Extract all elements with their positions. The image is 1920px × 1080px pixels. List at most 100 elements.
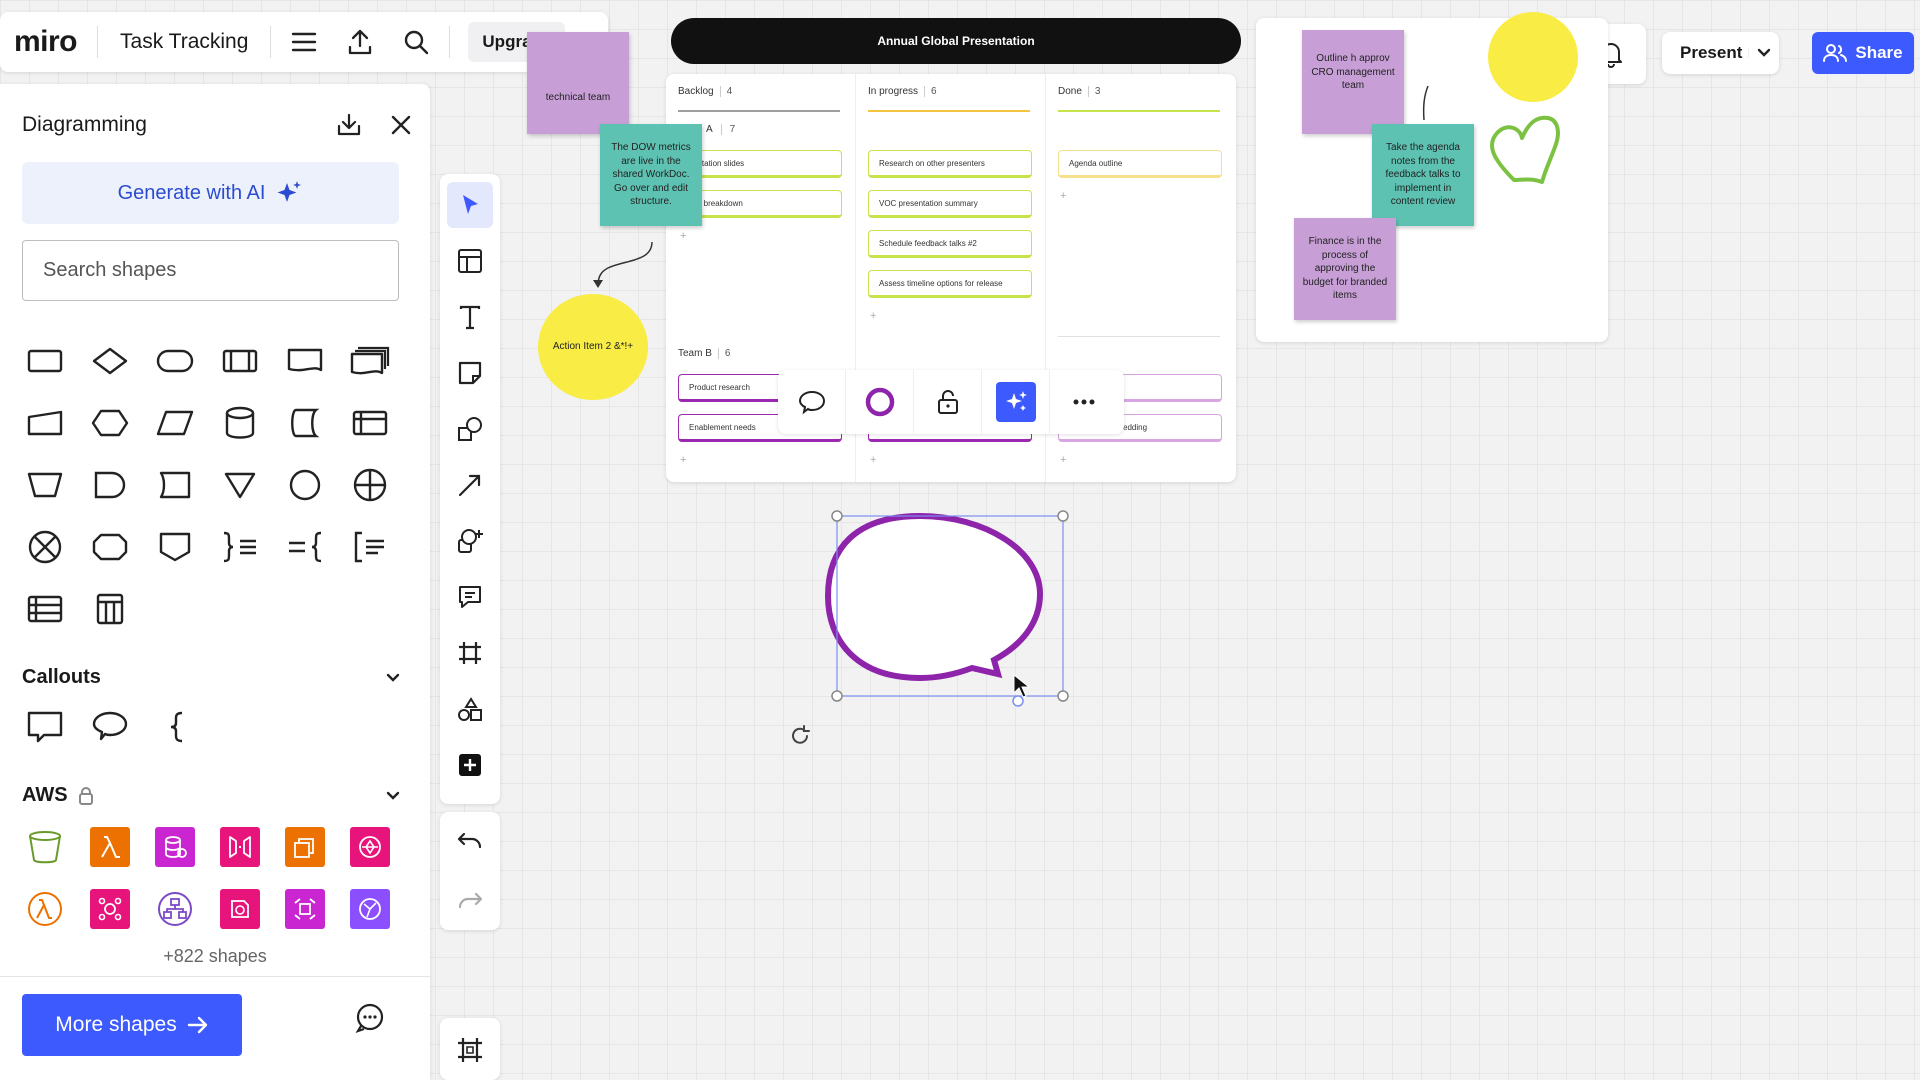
undo-icon[interactable] <box>447 818 493 864</box>
multi-document-shape-icon[interactable] <box>347 338 393 384</box>
sticky-note-tool-icon[interactable] <box>447 350 493 396</box>
parallelogram-shape-icon[interactable] <box>152 400 198 446</box>
rectangle-callout-icon[interactable] <box>22 704 68 750</box>
manual-input-shape-icon[interactable] <box>22 400 68 446</box>
shapes-tool-icon[interactable] <box>447 406 493 452</box>
kanban-card[interactable]: Schedule feedback talks #2 <box>868 230 1032 258</box>
document-shape-icon[interactable] <box>282 338 328 384</box>
sticky-note-purple[interactable]: technical team <box>527 32 629 134</box>
kanban-card[interactable]: Research on other presenters <box>868 150 1032 178</box>
redo-icon[interactable] <box>447 878 493 924</box>
miro-logo[interactable]: miro <box>14 25 78 59</box>
brace-right-annotation-icon[interactable] <box>217 524 263 570</box>
sticky-circle-yellow[interactable]: Action Item 2 &*!+ <box>538 294 648 400</box>
yellow-circle-shape[interactable] <box>1488 12 1578 102</box>
menu-icon[interactable] <box>281 19 327 65</box>
present-button[interactable]: Present <box>1662 43 1748 63</box>
aws-organizations-icon[interactable] <box>152 886 198 932</box>
add-card-plus-icon[interactable]: + <box>870 454 876 466</box>
card-shape-icon[interactable] <box>152 462 198 508</box>
delay-shape-icon[interactable] <box>87 462 133 508</box>
aws-data-migration-icon[interactable] <box>282 886 328 932</box>
chevron-down-icon[interactable] <box>386 791 400 801</box>
stored-data-shape-icon[interactable] <box>282 400 328 446</box>
presentation-banner[interactable]: Annual Global Presentation <box>671 18 1241 64</box>
sticky-note-purple[interactable]: Outline h approv CRO management team <box>1302 30 1404 134</box>
bracket-annotation-icon[interactable] <box>347 524 393 570</box>
border-color-circle-icon[interactable] <box>846 370 914 434</box>
add-card-plus-icon[interactable]: + <box>1060 454 1066 466</box>
sticky-note-purple[interactable]: Finance is in the process of approving t… <box>1294 218 1396 320</box>
kanban-card[interactable]: Assess timeline options for release <box>868 270 1032 298</box>
shape-pack-tool-icon[interactable] <box>447 518 493 564</box>
trapezoid-shape-icon[interactable] <box>22 462 68 508</box>
callout-shape-icon[interactable] <box>778 370 846 434</box>
table-rows-shape-icon[interactable] <box>22 586 68 632</box>
lock-icon[interactable] <box>914 370 982 434</box>
kanban-card[interactable]: sentation slides <box>678 150 842 178</box>
kanban-card[interactable]: Agenda outline <box>1058 150 1222 178</box>
aws-global-network-icon[interactable] <box>347 886 393 932</box>
select-tool-icon[interactable] <box>447 182 493 228</box>
rectangle-shape-icon[interactable] <box>22 338 68 384</box>
aws-lambda-icon[interactable] <box>87 824 133 870</box>
triangle-down-shape-icon[interactable] <box>217 462 263 508</box>
connector-line[interactable] <box>1418 84 1438 124</box>
kanban-card[interactable]: rics breakdown <box>678 190 842 218</box>
brace-callout-icon[interactable] <box>152 704 198 750</box>
aws-lambda-function-icon[interactable] <box>22 886 68 932</box>
comment-tool-icon[interactable] <box>447 574 493 620</box>
more-options-icon[interactable] <box>1050 370 1118 434</box>
add-card-plus-icon[interactable]: + <box>870 310 876 322</box>
predefined-process-shape-icon[interactable] <box>217 338 263 384</box>
text-tool-icon[interactable] <box>447 294 493 340</box>
brace-left-annotation-icon[interactable] <box>282 524 328 570</box>
sticky-note-teal[interactable]: The DOW metrics are live in the shared W… <box>600 124 702 226</box>
rounded-rectangle-shape-icon[interactable] <box>152 338 198 384</box>
connection-line-tool-icon[interactable] <box>447 462 493 508</box>
feedback-chat-icon[interactable] <box>354 1002 386 1034</box>
aws-app-integration-icon[interactable] <box>217 886 263 932</box>
export-icon[interactable] <box>337 19 383 65</box>
or-shape-icon[interactable] <box>347 462 393 508</box>
search-shapes-input[interactable] <box>22 240 399 301</box>
frames-panel-button[interactable] <box>440 1018 500 1080</box>
more-tools-plus-icon[interactable] <box>447 742 493 788</box>
board-title[interactable]: Task Tracking <box>108 30 260 54</box>
callouts-section-header[interactable]: Callouts <box>22 666 400 689</box>
connector-arrow[interactable] <box>580 236 660 296</box>
integrations-tool-icon[interactable] <box>447 686 493 732</box>
off-page-connector-shape-icon[interactable] <box>152 524 198 570</box>
aws-database-icon[interactable] <box>152 824 198 870</box>
chevron-down-icon[interactable] <box>1748 48 1778 58</box>
oval-callout-icon[interactable] <box>87 704 133 750</box>
summing-junction-shape-icon[interactable] <box>22 524 68 570</box>
add-card-plus-icon[interactable]: + <box>1060 190 1066 202</box>
import-icon[interactable] <box>336 112 362 138</box>
ai-sparkle-icon[interactable] <box>982 370 1050 434</box>
circle-shape-icon[interactable] <box>282 462 328 508</box>
hexagon-shape-icon[interactable] <box>87 400 133 446</box>
kanban-card[interactable]: VOC presentation summary <box>868 190 1032 218</box>
more-shapes-button[interactable]: More shapes <box>22 994 242 1056</box>
aws-step-functions-icon[interactable] <box>87 886 133 932</box>
rotate-handle-icon[interactable] <box>788 724 812 748</box>
chevron-down-icon[interactable] <box>386 673 400 683</box>
diamond-shape-icon[interactable] <box>87 338 133 384</box>
sticky-note-teal[interactable]: Take the agenda notes from the feedback … <box>1372 124 1474 226</box>
generate-with-ai-button[interactable]: Generate with AI <box>22 162 399 224</box>
templates-tool-icon[interactable] <box>447 238 493 284</box>
green-heart-drawing[interactable] <box>1484 108 1568 188</box>
table-columns-shape-icon[interactable] <box>87 586 133 632</box>
add-card-plus-icon[interactable]: + <box>680 454 686 466</box>
preparation-rounded-shape-icon[interactable] <box>87 524 133 570</box>
aws-ec2-instances-icon[interactable] <box>282 824 328 870</box>
internal-storage-shape-icon[interactable] <box>347 400 393 446</box>
frame-tool-icon[interactable] <box>447 630 493 676</box>
cylinder-shape-icon[interactable] <box>217 400 263 446</box>
search-icon[interactable] <box>393 19 439 65</box>
aws-section-header[interactable]: AWS <box>22 784 400 807</box>
share-button[interactable]: Share <box>1812 32 1914 74</box>
add-card-plus-icon[interactable]: + <box>680 230 686 242</box>
aws-s3-bucket-icon[interactable] <box>22 824 68 870</box>
